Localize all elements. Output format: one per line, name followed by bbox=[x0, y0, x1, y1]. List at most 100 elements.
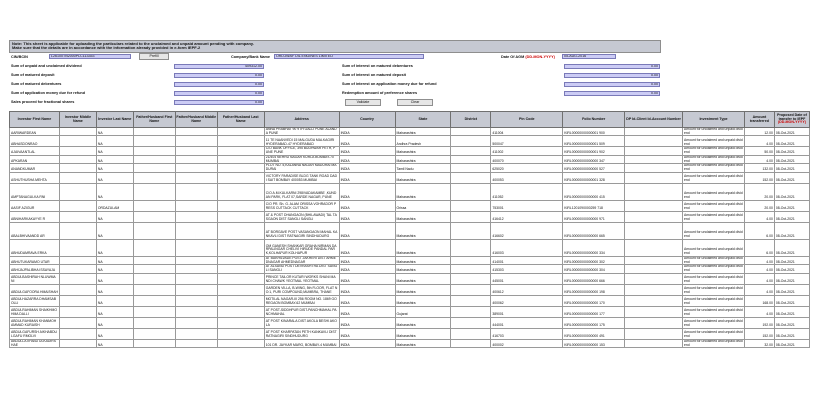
table-row[interactable]: ABDULHAZARRA DHAMSABOLLI NA MOTILAL NAGAR-… bbox=[9, 294, 810, 307]
table-cell[interactable]: AT ALSAND POST DEVRASHTRA DIST SANGLI SA… bbox=[263, 264, 340, 274]
table-cell[interactable]: ABDULRAHIMAN KHANMOHAMMAD KURAISH bbox=[9, 316, 60, 329]
table-cell[interactable]: 625020 bbox=[490, 163, 564, 173]
table-cell[interactable]: AT POST KHARPATAN PETH KANKAVLI DIST RAT… bbox=[263, 327, 340, 340]
table-cell[interactable] bbox=[450, 171, 492, 184]
table-cell[interactable]: GARDEN VILLA, B-WING, 5th FLOOR, FLAT NO… bbox=[263, 283, 340, 296]
table-cell[interactable] bbox=[132, 146, 176, 156]
table-row[interactable]: ABDULLATIFABD ULKADIRSHAE NA 101 DR. JAYKA… bbox=[9, 338, 810, 349]
table-cell[interactable] bbox=[624, 327, 684, 340]
table-cell[interactable] bbox=[174, 255, 218, 266]
table-cell[interactable]: INDIA bbox=[338, 146, 396, 156]
table-row[interactable]: ASHUTHUSHA MEHTA NA VICTORY PARADISE BLDG … bbox=[9, 171, 810, 184]
table-cell[interactable]: INDIA bbox=[338, 255, 396, 266]
table-cell[interactable]: 416703 bbox=[490, 327, 564, 340]
table-cell[interactable]: KIRL00000000000000 170 bbox=[562, 294, 626, 307]
table-cell[interactable] bbox=[216, 199, 265, 212]
fractional-shares-value[interactable]: 0.00 bbox=[174, 100, 264, 105]
table-cell[interactable]: 400062 bbox=[490, 294, 564, 307]
table-cell[interactable]: Maharashtra bbox=[394, 264, 452, 274]
table-cell[interactable] bbox=[216, 171, 265, 184]
table-cell[interactable]: Maharashtra bbox=[394, 283, 452, 296]
table-cell[interactable] bbox=[174, 126, 218, 137]
table-cell[interactable] bbox=[174, 182, 218, 201]
table-cell[interactable]: AJAIVAANTLAL bbox=[9, 146, 60, 156]
table-cell[interactable]: KIRL00000000000001 902 bbox=[562, 146, 626, 156]
table-cell[interactable] bbox=[58, 283, 97, 296]
table-cell[interactable]: INDIA bbox=[338, 154, 396, 165]
table-cell[interactable] bbox=[58, 171, 97, 184]
table-cell[interactable]: KIRL00000000000000 177 bbox=[562, 305, 626, 318]
table-cell[interactable] bbox=[132, 305, 176, 318]
table-cell[interactable]: NA bbox=[95, 294, 134, 307]
table-cell[interactable] bbox=[216, 163, 265, 173]
table-cell[interactable] bbox=[58, 146, 97, 156]
table-cell[interactable]: Amount for unclaimed and unpaid dividend bbox=[682, 182, 745, 201]
table-cell[interactable] bbox=[450, 238, 492, 257]
table-cell[interactable]: NA bbox=[95, 264, 134, 274]
interest-deposit-value[interactable]: 0.00 bbox=[564, 73, 660, 78]
table-cell[interactable]: Maharashtra bbox=[394, 171, 452, 184]
table-cell[interactable]: ABHASDONRAO bbox=[9, 135, 60, 148]
table-cell[interactable] bbox=[450, 264, 492, 274]
table-cell[interactable] bbox=[624, 338, 684, 349]
table-cell[interactable]: 411004 bbox=[490, 126, 564, 137]
table-cell[interactable]: AT BORGAVE POST VASANGAON MAHAL KANKAVLI… bbox=[263, 221, 340, 240]
table-cell[interactable]: ABDULRAHIMAN SHAIKHMOHMA DALLI bbox=[9, 305, 60, 318]
table-cell[interactable]: NA bbox=[95, 163, 134, 173]
table-cell[interactable] bbox=[174, 238, 218, 257]
table-cell[interactable]: 08-Oct-2021 bbox=[773, 171, 810, 184]
company-name-field[interactable]: ORLOWAY OIL ENGINES LIMITED bbox=[274, 54, 424, 59]
table-cell[interactable]: KIRL00000000000000 666 bbox=[562, 272, 626, 285]
table-row[interactable]: ABHUTUKARAMO UTAR NA AT BAKHILVADE POST JA… bbox=[9, 255, 810, 266]
table-cell[interactable]: 4.00 bbox=[743, 264, 775, 274]
table-cell[interactable]: NA bbox=[95, 221, 134, 240]
table-cell[interactable]: Orissa bbox=[394, 199, 452, 212]
table-cell[interactable]: 152.00 bbox=[743, 171, 775, 184]
table-cell[interactable]: 6.00 bbox=[743, 221, 775, 240]
table-cell[interactable] bbox=[58, 238, 97, 257]
table-cell[interactable]: 08-Oct-2021 bbox=[773, 264, 810, 274]
table-cell[interactable]: ABNIHARKAKAYYE R bbox=[9, 210, 60, 223]
table-cell[interactable]: KIRL1201090000259 718 bbox=[562, 199, 626, 212]
table-cell[interactable]: C/O BANK OFFICE, 395 BUDHWAR PETH, PUNE … bbox=[263, 146, 340, 156]
table-cell[interactable]: MOTILAL NAGAR-III 256 ROOM NO. 1869 GORE… bbox=[263, 294, 340, 307]
table-cell[interactable] bbox=[624, 210, 684, 223]
agm-date-input[interactable]: 05-AUG-2016 bbox=[562, 54, 616, 59]
table-cell[interactable]: 444001 bbox=[490, 316, 564, 329]
table-cell[interactable]: NA bbox=[95, 126, 134, 137]
table-cell[interactable] bbox=[174, 305, 218, 318]
table-cell[interactable] bbox=[132, 283, 176, 296]
table-cell[interactable] bbox=[216, 264, 265, 274]
table-cell[interactable]: AARIWARDEAN bbox=[9, 126, 60, 137]
table-cell[interactable]: 08-Oct-2021 bbox=[773, 146, 810, 156]
table-cell[interactable]: Maharashtra bbox=[394, 182, 452, 201]
table-cell[interactable] bbox=[174, 272, 218, 285]
table-cell[interactable] bbox=[174, 283, 218, 296]
table-cell[interactable] bbox=[58, 305, 97, 318]
table-cell[interactable]: ABHIJAJPALIBHA ISSAYAJA bbox=[9, 264, 60, 274]
table-row[interactable]: AARIWARDEAN NA ANNA PRABHAT 90 9TH GALLI P… bbox=[9, 126, 810, 137]
table-cell[interactable]: KIRL00000000000000 347 bbox=[562, 154, 626, 165]
table-cell[interactable] bbox=[174, 294, 218, 307]
table-cell[interactable]: VICTORY PARADISE BLDG TANK ROAD DADI SAI… bbox=[263, 171, 340, 184]
table-row[interactable]: ABALBHIVAANDD AR NA AT BORGAVE POST VASANG… bbox=[9, 221, 810, 240]
table-cell[interactable]: 400002 bbox=[490, 338, 564, 349]
table-cell[interactable]: Amount for unclaimed and unpaid dividend bbox=[682, 154, 745, 165]
table-cell[interactable] bbox=[132, 221, 176, 240]
table-cell[interactable] bbox=[624, 182, 684, 201]
table-cell[interactable]: Maharashtra bbox=[394, 238, 452, 257]
table-cell[interactable] bbox=[624, 238, 684, 257]
table-cell[interactable]: INDIA bbox=[338, 210, 396, 223]
table-cell[interactable]: NA bbox=[95, 272, 134, 285]
table-cell[interactable]: INDIA bbox=[338, 221, 396, 240]
validate-button[interactable]: Validate bbox=[345, 99, 381, 106]
table-cell[interactable] bbox=[132, 163, 176, 173]
table-cell[interactable]: 08-Oct-2021 bbox=[773, 327, 810, 340]
table-cell[interactable] bbox=[58, 126, 97, 137]
table-cell[interactable]: KIRL00000000000000 175 bbox=[562, 316, 626, 329]
table-cell[interactable] bbox=[58, 316, 97, 329]
table-cell[interactable]: Amount for unclaimed and unpaid dividend bbox=[682, 316, 745, 329]
table-cell[interactable]: AT POST KINARALA DIST AKOLA BESHI AKOLA bbox=[263, 316, 340, 329]
table-cell[interactable]: NA bbox=[95, 255, 134, 266]
table-cell[interactable]: KIRL00000000000000 153 bbox=[562, 338, 626, 349]
